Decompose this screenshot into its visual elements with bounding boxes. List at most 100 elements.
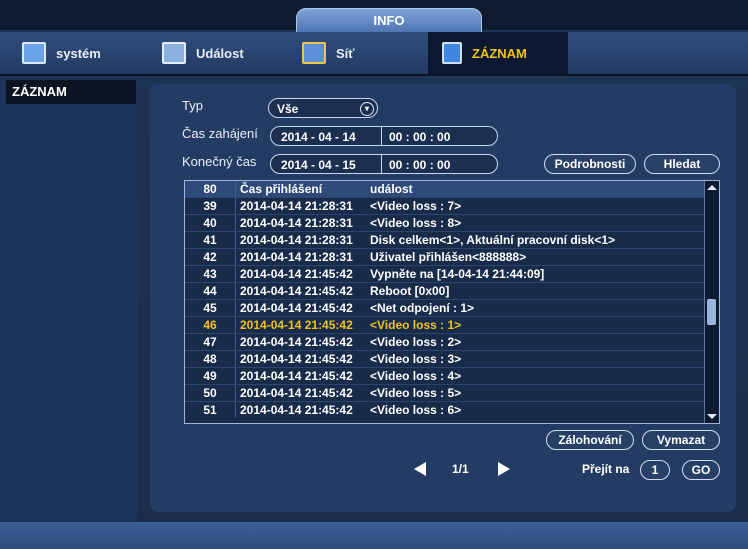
table-header: 80 Čas přihlášení událost: [185, 181, 719, 197]
table-row[interactable]: 42 2014-04-14 21:28:31 Uživatel přihlášen<…: [185, 248, 719, 265]
sidebar-item-log[interactable]: ZÁZNAM: [6, 80, 136, 104]
sidebar: ZÁZNAM: [0, 76, 138, 536]
end-time-label: Konečný čas: [182, 154, 257, 169]
goto-label: Přejít na: [582, 462, 630, 476]
tab-label: ZÁZNAM: [472, 45, 527, 61]
type-select[interactable]: Vše ▾: [268, 98, 378, 118]
row-number: 51: [185, 402, 236, 418]
scroll-up-icon[interactable]: [707, 185, 717, 190]
scroll-thumb[interactable]: [707, 299, 716, 325]
scroll-down-icon[interactable]: [707, 414, 717, 419]
row-time: 2014-04-14 21:45:42: [240, 335, 353, 349]
row-event: Disk celkem<1>, Aktuální pracovní disk<1…: [370, 233, 616, 247]
row-time: 2014-04-14 21:28:31: [240, 250, 353, 264]
start-date-value: 2014 - 04 - 14: [281, 130, 356, 144]
table-row[interactable]: 39 2014-04-14 21:28:31 <Video loss : 7>: [185, 197, 719, 214]
page-indicator: 1/1: [452, 462, 469, 476]
bottom-bar: [0, 522, 748, 549]
divider: [381, 155, 382, 173]
backup-button[interactable]: Zálohování: [546, 430, 634, 450]
table-row[interactable]: 50 2014-04-14 21:45:42 <Video loss : 5>: [185, 384, 719, 401]
row-event: <Video loss : 5>: [370, 386, 462, 400]
start-time-value: 00 : 00 : 00: [389, 130, 451, 144]
row-number: 49: [185, 368, 236, 384]
network-icon: [302, 42, 326, 64]
row-time: 2014-04-14 21:28:31: [240, 216, 353, 230]
table-row[interactable]: 48 2014-04-14 21:45:42 <Video loss : 3>: [185, 350, 719, 367]
goto-page-input[interactable]: 1: [640, 460, 670, 480]
row-time: 2014-04-14 21:45:42: [240, 386, 353, 400]
search-button[interactable]: Hledat: [644, 154, 720, 174]
row-number: 42: [185, 249, 236, 265]
clear-button[interactable]: Vymazat: [642, 430, 720, 450]
log-book-icon: [442, 42, 462, 64]
row-event: <Video loss : 7>: [370, 199, 462, 213]
type-select-value: Vše: [277, 102, 299, 116]
start-datetime-field[interactable]: 2014 - 04 - 14 00 : 00 : 00: [270, 126, 498, 146]
end-datetime-field[interactable]: 2014 - 04 - 15 00 : 00 : 00: [270, 154, 498, 174]
table-row[interactable]: 49 2014-04-14 21:45:42 <Video loss : 4>: [185, 367, 719, 384]
table-row[interactable]: 43 2014-04-14 21:45:42 Vypněte na [14-04-1…: [185, 265, 719, 282]
row-event: Uživatel přihlášen<888888>: [370, 250, 527, 264]
monitor-icon: [22, 42, 46, 64]
divider: [381, 127, 382, 145]
dvr-window: INFO systém Událost Síť ZÁZNAM ZÁZNAM Ty…: [0, 0, 748, 549]
tab-label: Událost: [196, 45, 244, 61]
row-time: 2014-04-14 21:45:42: [240, 267, 353, 281]
table-row[interactable]: 47 2014-04-14 21:45:42 <Video loss : 2>: [185, 333, 719, 350]
row-time: 2014-04-14 21:45:42: [240, 369, 353, 383]
row-event: <Video loss : 1>: [370, 318, 462, 332]
tab-system[interactable]: systém: [22, 32, 142, 74]
info-title: INFO: [296, 8, 482, 34]
row-event: <Video loss : 6>: [370, 403, 462, 417]
go-button[interactable]: GO: [682, 460, 720, 480]
row-number: 41: [185, 232, 236, 248]
column-time: Čas přihlášení: [240, 182, 323, 196]
end-time-value: 00 : 00 : 00: [389, 158, 451, 172]
row-event: Vypněte na [14-04-14 21:44:09]: [370, 267, 545, 281]
row-event: <Video loss : 8>: [370, 216, 462, 230]
type-label: Typ: [182, 98, 203, 113]
table-row[interactable]: 46 2014-04-14 21:45:42 <Video loss : 1>: [185, 316, 719, 333]
column-event: událost: [370, 182, 413, 196]
table-row[interactable]: 45 2014-04-14 21:45:42 <Net odpojení : 1>: [185, 299, 719, 316]
row-event: <Net odpojení : 1>: [370, 301, 475, 315]
table-row[interactable]: 44 2014-04-14 21:45:42 Reboot [0x00]: [185, 282, 719, 299]
table-scrollbar[interactable]: [704, 181, 719, 423]
row-event: <Video loss : 4>: [370, 369, 462, 383]
tab-log[interactable]: ZÁZNAM: [428, 32, 568, 74]
row-event: <Video loss : 2>: [370, 335, 462, 349]
main-tabs: systém Událost Síť ZÁZNAM: [0, 32, 748, 76]
table-body: 39 2014-04-14 21:28:31 <Video loss : 7> 40 2…: [185, 197, 719, 418]
tab-network[interactable]: Síť: [302, 32, 422, 74]
log-table: 80 Čas přihlášení událost 39 2014-04-14 2…: [184, 180, 720, 424]
row-number: 48: [185, 351, 236, 367]
tab-label: systém: [56, 45, 101, 61]
row-time: 2014-04-14 21:45:42: [240, 301, 353, 315]
row-number: 43: [185, 266, 236, 282]
start-time-label: Čas zahájení: [182, 126, 258, 141]
row-time: 2014-04-14 21:45:42: [240, 318, 353, 332]
row-number: 47: [185, 334, 236, 350]
table-row[interactable]: 51 2014-04-14 21:45:42 <Video loss : 6>: [185, 401, 719, 418]
row-time: 2014-04-14 21:28:31: [240, 199, 353, 213]
table-row[interactable]: 41 2014-04-14 21:28:31 Disk celkem<1>, Akt…: [185, 231, 719, 248]
row-time: 2014-04-14 21:45:42: [240, 284, 353, 298]
row-number: 40: [185, 215, 236, 231]
row-number: 44: [185, 283, 236, 299]
tab-event[interactable]: Událost: [162, 32, 282, 74]
end-date-value: 2014 - 04 - 15: [281, 158, 356, 172]
row-number: 45: [185, 300, 236, 316]
table-row[interactable]: 40 2014-04-14 21:28:31 <Video loss : 8>: [185, 214, 719, 231]
row-event: Reboot [0x00]: [370, 284, 450, 298]
details-button[interactable]: Podrobnosti: [544, 154, 636, 174]
row-number: 39: [185, 198, 236, 214]
row-time: 2014-04-14 21:45:42: [240, 352, 353, 366]
row-time: 2014-04-14 21:45:42: [240, 403, 353, 417]
event-icon: [162, 42, 186, 64]
tab-label: Síť: [336, 45, 355, 61]
row-number: 46: [185, 317, 236, 333]
row-number: 50: [185, 385, 236, 401]
prev-page-icon[interactable]: [414, 462, 426, 476]
next-page-icon[interactable]: [498, 462, 510, 476]
